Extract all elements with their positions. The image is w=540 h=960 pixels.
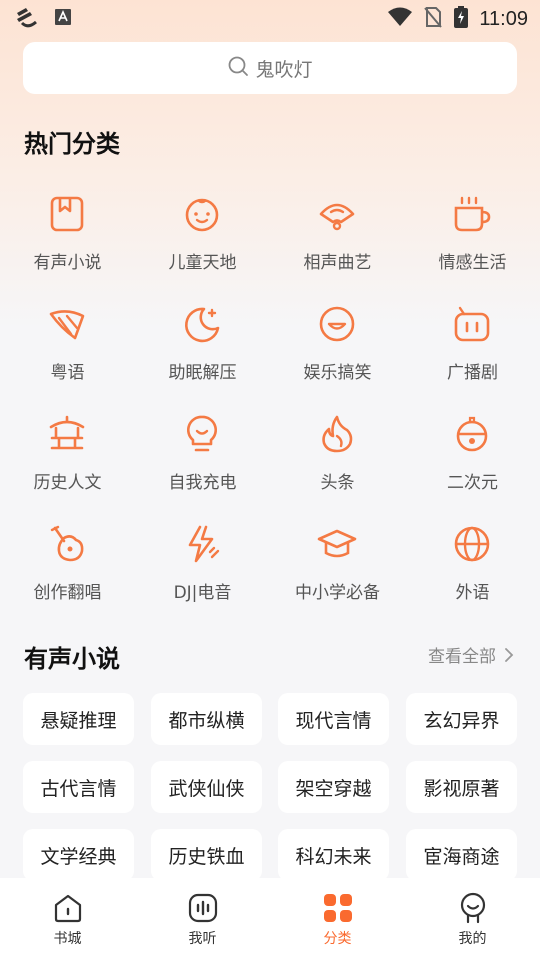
chevron-right-icon [505, 647, 514, 662]
book-icon [50, 196, 84, 232]
category-label: 头条 [320, 473, 355, 493]
graduation-cap-icon [317, 529, 357, 558]
category-item[interactable]: 相声曲艺 [270, 186, 405, 286]
wifi-icon [387, 6, 413, 32]
status-bar: 11:09 [0, 0, 540, 36]
category-item[interactable]: 头条 [270, 406, 405, 506]
guitar-icon [50, 525, 84, 562]
bell-icon [456, 416, 488, 452]
nav-label: 分类 [323, 931, 352, 947]
genre-chip[interactable]: 古代言情 [23, 761, 134, 813]
search-icon [227, 55, 249, 81]
search-bar[interactable]: 鬼吹灯 [23, 42, 517, 94]
nav-tab-category[interactable]: 分类 [270, 878, 405, 960]
audio-wave-icon [188, 893, 218, 923]
category-item[interactable]: 自我充电 [135, 406, 270, 506]
globe-icon [454, 526, 490, 562]
nav-label: 我听 [188, 931, 217, 947]
profile-icon [460, 892, 486, 924]
category-label: 历史人文 [33, 473, 102, 493]
genre-chip[interactable]: 架空穿越 [278, 761, 389, 813]
search-placeholder: 鬼吹灯 [255, 58, 313, 81]
house-icon [54, 894, 82, 923]
genre-chip[interactable]: 历史铁血 [151, 829, 262, 881]
category-item[interactable]: DJ|电音 [135, 516, 270, 616]
category-label: 自我充电 [168, 473, 237, 493]
novel-section-title: 有声小说 [24, 645, 120, 673]
category-label: 助眠解压 [168, 363, 237, 383]
category-label: 娱乐搞笑 [303, 363, 372, 383]
lightning-icon [188, 525, 220, 563]
genre-chip[interactable]: 都市纵横 [151, 693, 262, 745]
category-item[interactable]: 历史人文 [0, 406, 135, 506]
grid-icon [324, 894, 352, 922]
nav-label: 我的 [458, 931, 487, 947]
genre-chip[interactable]: 玄幻异界 [406, 693, 517, 745]
genre-chip[interactable]: 悬疑推理 [23, 693, 134, 745]
category-label: DJ|电音 [173, 583, 232, 603]
genre-chip[interactable]: 科幻未来 [278, 829, 389, 881]
moon-icon [185, 307, 220, 343]
category-item[interactable]: 广播剧 [405, 296, 540, 396]
smile-icon [319, 306, 355, 342]
child-face-icon [185, 198, 219, 232]
category-label: 儿童天地 [168, 253, 237, 273]
genre-chip[interactable]: 武侠仙侠 [151, 761, 262, 813]
category-label: 创作翻唱 [33, 583, 102, 603]
no-sim-icon [423, 6, 443, 32]
view-all-link[interactable]: 查看全部 [428, 642, 514, 667]
flame-icon [322, 415, 353, 453]
category-label: 二次元 [447, 473, 498, 493]
category-label: 外语 [455, 583, 490, 603]
category-item[interactable]: 二次元 [405, 406, 540, 506]
lightbulb-icon [186, 415, 218, 452]
pavilion-icon [49, 415, 85, 450]
category-item[interactable]: 助眠解压 [135, 296, 270, 396]
category-label: 广播剧 [447, 363, 498, 383]
category-item[interactable]: 儿童天地 [135, 186, 270, 286]
genre-chip[interactable]: 现代言情 [278, 693, 389, 745]
category-item[interactable]: 创作翻唱 [0, 516, 135, 616]
genre-chip[interactable]: 文学经典 [23, 829, 134, 881]
category-item[interactable]: 外语 [405, 516, 540, 616]
battery-charging-icon [453, 5, 469, 33]
nav-tab-listening[interactable]: 我听 [135, 878, 270, 960]
category-item[interactable]: 情感生活 [405, 186, 540, 286]
hot-categories-title: 热门分类 [24, 130, 120, 158]
nav-label: 书城 [53, 931, 82, 947]
view-all-label: 查看全部 [428, 647, 496, 667]
category-label: 中小学必备 [295, 583, 380, 603]
genre-chip[interactable]: 影视原著 [406, 761, 517, 813]
category-item[interactable]: 有声小说 [0, 186, 135, 286]
fan-icon [319, 203, 355, 231]
nav-tab-bookstore[interactable]: 书城 [0, 878, 135, 960]
app-notification-icon [14, 5, 40, 33]
keyboard-notification-icon [54, 7, 72, 31]
category-item[interactable]: 粤语 [0, 296, 135, 396]
clock: 11:09 [479, 7, 528, 30]
category-item[interactable]: 中小学必备 [270, 516, 405, 616]
coffee-cup-icon [454, 196, 491, 232]
category-label: 情感生活 [438, 253, 507, 273]
radio-icon [454, 306, 490, 342]
category-item[interactable]: 娱乐搞笑 [270, 296, 405, 396]
category-label: 有声小说 [33, 253, 102, 273]
nav-tab-profile[interactable]: 我的 [405, 878, 540, 960]
category-label: 粤语 [50, 363, 85, 383]
category-label: 相声曲艺 [303, 253, 372, 273]
bottom-navigation: 书城 我听 分类 我的 [0, 878, 540, 960]
cantonese-icon [49, 310, 85, 340]
genre-chip[interactable]: 宦海商途 [406, 829, 517, 881]
